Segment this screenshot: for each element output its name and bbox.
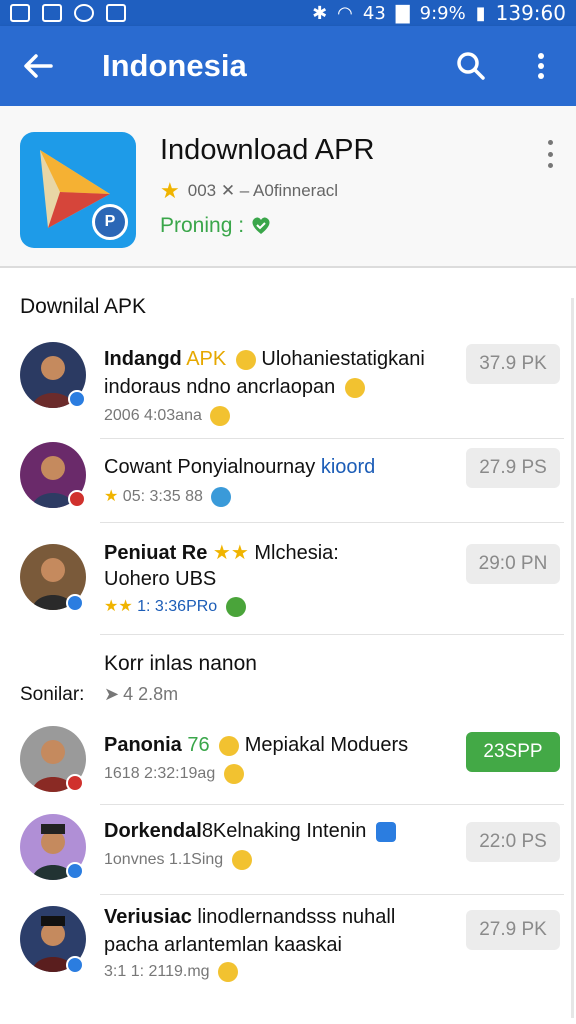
section-title: Downilal APK bbox=[20, 295, 147, 318]
status-left bbox=[10, 4, 126, 22]
star-icon: ★★ bbox=[212, 542, 249, 564]
battery-text: 9:9% bbox=[419, 2, 466, 24]
mid-meta-row: ➤ 4 2.8m bbox=[104, 684, 178, 705]
mid-meta: 4 2.8m bbox=[123, 684, 179, 704]
mail-icon bbox=[106, 4, 126, 22]
star-icon: ★ bbox=[160, 178, 180, 203]
app-card[interactable]: P Indownload APR ★ 003 ✕ – A0finneracl P… bbox=[0, 106, 576, 268]
divider bbox=[100, 438, 564, 439]
row-title: Veriusiac linodlernandsss nuhall bbox=[104, 906, 396, 928]
search-button[interactable] bbox=[436, 26, 506, 106]
download-size-button[interactable]: 27.9 PK bbox=[466, 910, 560, 950]
download-size-button[interactable]: 29:0 PN bbox=[466, 544, 560, 584]
globe-icon bbox=[211, 486, 232, 507]
download-size-button[interactable]: 22:0 PS bbox=[466, 822, 560, 862]
smile-emoji-icon bbox=[218, 962, 239, 982]
app-logo-badge: P bbox=[92, 204, 128, 240]
more-vert-icon bbox=[538, 53, 544, 79]
arrow-left-icon bbox=[24, 54, 53, 78]
row-meta: 3:1 1: 2119.mg bbox=[104, 962, 239, 982]
smile-emoji-icon bbox=[235, 349, 256, 370]
star-icon: ★★ bbox=[104, 598, 133, 615]
page-title: Indonesia bbox=[102, 48, 247, 83]
status-bar: ✱ ◠ 43 ▇ 9:9% ▮ 139:60 bbox=[0, 0, 576, 26]
back-button[interactable] bbox=[0, 26, 76, 106]
battery-icon: ▮ bbox=[475, 2, 486, 24]
row-meta: ★ 05: 3:35 88 bbox=[104, 486, 232, 507]
row-subtitle: pacha arlantemlan kaaskai bbox=[104, 934, 342, 956]
app-status-row: Proning : bbox=[160, 214, 272, 238]
smile-emoji-icon bbox=[219, 735, 240, 756]
row-subtitle: indoraus ndno ancrlaopan bbox=[104, 376, 365, 399]
row-meta: 1618 2:32:19ag bbox=[104, 764, 244, 784]
signal-icon: ▇ bbox=[395, 2, 410, 24]
mid-side-label: Sonilar: bbox=[20, 684, 85, 705]
smile-emoji-icon bbox=[223, 764, 244, 784]
row-title: Panonia 76 Mepiakal Moduers bbox=[104, 734, 409, 756]
heart-check-icon bbox=[252, 217, 270, 234]
wifi-icon: ◠ bbox=[337, 2, 353, 24]
mid-label: Korr inlas nanon bbox=[104, 652, 257, 675]
app-card-more-button[interactable] bbox=[538, 136, 562, 172]
row-meta: 2006 4:03ana bbox=[104, 406, 231, 426]
badge-icon bbox=[66, 774, 84, 792]
row-meta: 1onvnes 1.1Sing bbox=[104, 850, 252, 870]
row-title: Indangd APK Ulohaniestatigkani bbox=[104, 348, 425, 370]
list-item[interactable]: Indangd APK Ulohaniestatigkani indoraus … bbox=[0, 338, 572, 438]
smile-emoji-icon bbox=[225, 596, 246, 617]
more-dot-icon bbox=[547, 140, 553, 145]
smile-emoji-icon bbox=[231, 850, 252, 870]
more-dot-icon bbox=[547, 151, 553, 157]
app-rating-text: 003 ✕ – A0finneracl bbox=[187, 181, 339, 200]
badge-icon bbox=[68, 490, 86, 508]
list-item[interactable]: Veriusiac linodlernandsss nuhall pacha a… bbox=[0, 900, 572, 1000]
status-right: ✱ ◠ 43 ▇ 9:9% ▮ 139:60 bbox=[312, 1, 566, 25]
divider bbox=[100, 804, 564, 805]
list-item[interactable]: Peniuat Re ★★ Mlchesia: Uohero UBS ★★ 1:… bbox=[0, 534, 572, 634]
smile-emoji-icon bbox=[210, 406, 231, 426]
notification-icon bbox=[42, 4, 62, 22]
signal-text: 43 bbox=[362, 2, 386, 24]
verified-icon bbox=[68, 390, 86, 408]
info-icon bbox=[375, 821, 396, 842]
download-size-button[interactable]: 27.9 PS bbox=[466, 448, 560, 488]
download-size-button[interactable]: 37.9 PK bbox=[466, 344, 560, 384]
camera-icon bbox=[74, 4, 94, 22]
list-item[interactable]: Panonia 76 Mepiakal Moduers 1618 2:32:19… bbox=[0, 720, 572, 802]
share-icon: ➤ bbox=[104, 684, 120, 704]
divider bbox=[100, 894, 564, 895]
more-dot-icon bbox=[547, 163, 553, 168]
divider bbox=[100, 634, 564, 635]
row-title: Dorkendal8Kelnaking Intenin bbox=[104, 820, 396, 843]
app-bar: Indonesia bbox=[0, 26, 576, 106]
verified-icon bbox=[66, 956, 84, 974]
app-name: Indownload APR bbox=[160, 134, 375, 166]
row-title: Cowant Ponyialnournay kioord bbox=[104, 456, 376, 478]
more-options-button[interactable] bbox=[506, 26, 576, 106]
bluetooth-icon: ✱ bbox=[312, 2, 328, 24]
download-size-button-active[interactable]: 23SPP bbox=[466, 732, 560, 772]
verified-icon bbox=[66, 862, 84, 880]
app-status-text: Proning : bbox=[160, 214, 245, 237]
status-time: 139:60 bbox=[495, 1, 566, 25]
row-subtitle: Uohero UBS bbox=[104, 568, 217, 590]
app-rating-row: ★ 003 ✕ – A0finneracl bbox=[160, 178, 338, 204]
search-icon bbox=[457, 52, 485, 80]
list-item[interactable]: Dorkendal8Kelnaking Intenin 1onvnes 1.1S… bbox=[0, 810, 572, 894]
gallery-icon bbox=[10, 4, 30, 22]
row-title: Peniuat Re ★★ Mlchesia: bbox=[104, 542, 339, 564]
list-item[interactable]: Cowant Ponyialnournay kioord ★ 05: 3:35 … bbox=[0, 440, 572, 522]
divider bbox=[100, 522, 564, 523]
smile-emoji-icon bbox=[344, 377, 365, 398]
app-logo: P bbox=[20, 132, 136, 248]
verified-icon bbox=[66, 594, 84, 612]
row-meta: ★★ 1: 3:36PRo bbox=[104, 596, 246, 617]
star-icon: ★ bbox=[104, 488, 119, 505]
